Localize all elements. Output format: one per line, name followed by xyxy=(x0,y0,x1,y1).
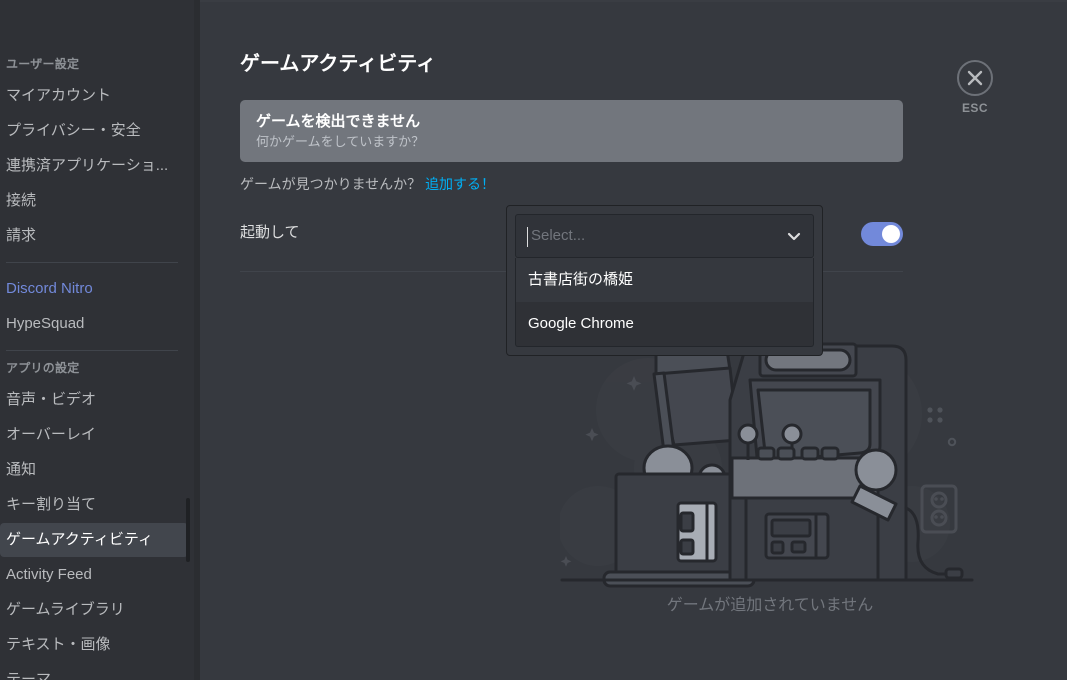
toggle-knob xyxy=(882,225,900,243)
sidebar-item-keybinds[interactable]: キー割り当て xyxy=(0,488,188,522)
sidebar-item-overlay[interactable]: オーバーレイ xyxy=(0,418,188,452)
sidebar-item-game-library[interactable]: ゲームライブラリ xyxy=(0,593,188,627)
game-select-placeholder: Select... xyxy=(531,227,586,244)
game-select-dropdown[interactable]: Select... 古書店街の橋姫 Google Chrome xyxy=(506,205,823,356)
sidebar-item-connections[interactable]: 接続 xyxy=(0,184,188,218)
close-icon-circle[interactable] xyxy=(957,60,993,96)
sidebar-divider-2 xyxy=(6,350,178,351)
launch-game-label: 起動して xyxy=(240,224,300,241)
sidebar-header-user-settings: ユーザー設定 xyxy=(6,57,80,71)
page-title: ゲームアクティビティ xyxy=(240,53,436,75)
sidebar-item-theme[interactable]: テーマ xyxy=(0,663,188,680)
game-not-found-row: ゲームが見つかりませんか？ 追加する！ xyxy=(240,175,900,193)
settings-main-panel: ゲームアクティビティ ゲームを検出できません 何かゲームをしていますか？ ゲーム… xyxy=(200,0,1067,680)
game-select-option-list[interactable]: 古書店街の橋姫 Google Chrome xyxy=(515,258,814,347)
game-select-option-1[interactable]: Google Chrome xyxy=(516,302,813,346)
empty-state-text: ゲームが追加されていません xyxy=(666,597,874,614)
close-settings-button[interactable]: ESC xyxy=(945,60,1005,115)
sidebar-item-billing[interactable]: 請求 xyxy=(0,219,188,253)
no-game-detected-subtitle: 何かゲームをしていますか？ xyxy=(256,133,425,149)
sidebar-item-authorized-apps[interactable]: 連携済アプリケーショ... xyxy=(0,149,188,183)
settings-sidebar[interactable]: ユーザー設定 マイアカウント プライバシー・安全 連携済アプリケーショ... 接… xyxy=(0,0,200,680)
text-cursor xyxy=(527,227,528,247)
sidebar-scrollbar[interactable] xyxy=(186,498,190,562)
close-shortcut-label: ESC xyxy=(961,101,989,115)
sidebar-divider-1 xyxy=(6,262,178,263)
sidebar-item-game-activity[interactable]: ゲームアクティビティ xyxy=(0,523,188,557)
sidebar-content: ユーザー設定 マイアカウント プライバシー・安全 連携済アプリケーショ... 接… xyxy=(0,56,200,680)
discord-user-settings-window: ユーザー設定 マイアカウント プライバシー・安全 連携済アプリケーショ... 接… xyxy=(0,0,1067,680)
close-icon xyxy=(967,70,983,86)
arcade-machine-illustration xyxy=(560,339,974,588)
launch-game-toggle[interactable] xyxy=(861,222,903,246)
chevron-down-icon[interactable] xyxy=(787,229,801,243)
game-not-found-text: ゲームが見つかりませんか？ xyxy=(240,176,422,192)
game-select-search-input[interactable]: Select... xyxy=(515,214,814,258)
no-game-detected-banner: ゲームを検出できません 何かゲームをしていますか？ xyxy=(240,100,903,162)
sidebar-item-hypesquad[interactable]: HypeSquad xyxy=(0,307,188,341)
sidebar-item-activity-feed[interactable]: Activity Feed xyxy=(0,558,188,592)
sidebar-item-discord-nitro[interactable]: Discord Nitro xyxy=(0,272,188,306)
sidebar-item-text-images[interactable]: テキスト・画像 xyxy=(0,628,188,662)
empty-state: ゲームが追加されていません xyxy=(440,318,1067,616)
sidebar-item-my-account[interactable]: マイアカウント xyxy=(0,79,188,113)
sidebar-item-privacy-safety[interactable]: プライバシー・安全 xyxy=(0,114,188,148)
no-game-detected-title: ゲームを検出できません xyxy=(256,112,421,130)
sidebar-item-notifications[interactable]: 通知 xyxy=(0,453,188,487)
game-select-option-0[interactable]: 古書店街の橋姫 xyxy=(516,258,813,302)
add-game-link[interactable]: 追加する！ xyxy=(425,176,495,192)
sidebar-item-voice-video[interactable]: 音声・ビデオ xyxy=(0,383,188,417)
sidebar-header-app-settings: アプリの設定 xyxy=(6,361,80,375)
